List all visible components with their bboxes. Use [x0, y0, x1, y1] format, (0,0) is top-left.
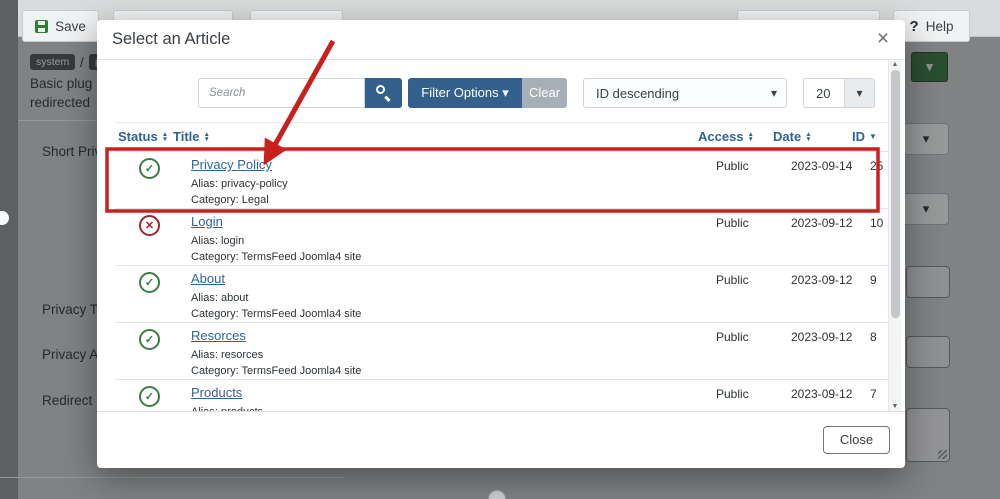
article-alias: Alias: privacy-policy	[191, 178, 288, 190]
article-id: 8	[870, 330, 877, 344]
list-limit-value: 20	[816, 86, 831, 101]
question-mark-icon: ?	[909, 17, 919, 35]
close-button[interactable]: Close	[823, 426, 890, 454]
article-title-link[interactable]: Products	[191, 385, 242, 400]
article-row-privacy-policy: ✓ Privacy Policy Alias: privacy-policy C…	[115, 152, 888, 209]
article-access: Public	[716, 216, 749, 230]
save-button-label: Save	[55, 18, 86, 34]
column-header-id[interactable]: ID ▼	[852, 129, 877, 144]
published-status-icon[interactable]: ✓	[139, 386, 160, 407]
sort-both-icon: ▲ ▼	[203, 130, 210, 143]
help-button-label: Help	[925, 18, 954, 34]
article-id: 7	[870, 387, 877, 401]
column-header-title[interactable]: Title ▲ ▼	[173, 129, 210, 144]
article-row-about: ✓ About Alias: about Category: TermsFeed…	[115, 266, 888, 323]
article-date: 2023-09-12	[791, 273, 853, 287]
scroll-up-icon[interactable]: ▲	[889, 61, 901, 68]
sort-order-select[interactable]: ID descending ▾	[583, 78, 787, 108]
article-category: Category: TermsFeed Joomla4 site	[191, 308, 362, 320]
filter-options-button[interactable]: Filter Options ▾	[408, 78, 522, 108]
article-id: 25	[870, 159, 884, 173]
article-row-products: ✓ Products Alias: products Public 2023-0…	[115, 380, 888, 411]
article-date: 2023-09-12	[791, 387, 853, 401]
article-access: Public	[716, 159, 749, 173]
article-category: Category: TermsFeed Joomla4 site	[191, 365, 362, 377]
chevron-down-icon: ▾	[502, 85, 509, 100]
modal-body: Filter Options ▾ Clear ID descending ▾ 2…	[97, 60, 905, 411]
article-title-link[interactable]: Privacy Policy	[191, 157, 272, 172]
filter-options-label: Filter Options	[421, 85, 499, 100]
sort-both-icon: ▲ ▼	[747, 130, 754, 143]
modal-header: Select an Article ×	[97, 20, 905, 60]
modal-title: Select an Article	[112, 30, 231, 48]
article-list: ✓ Privacy Policy Alias: privacy-policy C…	[115, 152, 888, 411]
scrollbar-thumb[interactable]	[891, 70, 900, 318]
search-button[interactable]	[365, 78, 402, 108]
article-access: Public	[716, 387, 749, 401]
article-category: Category: Legal	[191, 194, 269, 206]
published-status-icon[interactable]: ✓	[139, 329, 160, 350]
sort-order-value: ID descending	[596, 86, 680, 101]
chevron-down-icon: ▾	[770, 86, 777, 100]
page-root: system / p Basic plug redirected Short P…	[0, 0, 1000, 499]
article-date: 2023-09-14	[791, 159, 853, 173]
chevron-down-icon: ▾	[844, 79, 874, 107]
column-header-status[interactable]: Status ▲ ▼	[118, 129, 168, 144]
article-row-resorces: ✓ Resorces Alias: resorces Category: Ter…	[115, 323, 888, 380]
unpublished-status-icon[interactable]: ✕	[139, 215, 160, 236]
article-alias: Alias: about	[191, 292, 249, 304]
column-header-access[interactable]: Access ▲ ▼	[698, 129, 754, 144]
article-date: 2023-09-12	[791, 216, 853, 230]
search-input[interactable]	[198, 78, 365, 108]
article-row-login: ✕ Login Alias: login Category: TermsFeed…	[115, 209, 888, 266]
table-header-row: Status ▲ ▼ Title ▲ ▼ Access ▲ ▼ Date ▲ ▼ ID	[115, 122, 888, 152]
search-icon	[376, 85, 385, 94]
list-limit-select[interactable]: 20 ▾	[803, 78, 875, 108]
column-header-date[interactable]: Date ▲ ▼	[773, 129, 812, 144]
modal-scrollbar[interactable]: ▲ ▼	[888, 60, 901, 411]
article-alias: Alias: resorces	[191, 349, 264, 361]
article-category: Category: TermsFeed Joomla4 site	[191, 251, 362, 263]
article-title-link[interactable]: About	[191, 271, 225, 286]
published-status-icon[interactable]: ✓	[139, 158, 160, 179]
clear-button[interactable]: Clear	[522, 78, 567, 108]
article-date: 2023-09-12	[791, 330, 853, 344]
close-icon[interactable]: ×	[869, 25, 897, 53]
scroll-down-icon[interactable]: ▼	[889, 403, 901, 410]
article-access: Public	[716, 273, 749, 287]
published-status-icon[interactable]: ✓	[139, 272, 160, 293]
modal-footer: Close	[97, 411, 905, 468]
article-access: Public	[716, 330, 749, 344]
article-id: 10	[870, 216, 884, 230]
save-icon	[35, 19, 49, 33]
save-button[interactable]: Save	[22, 10, 99, 42]
select-article-modal: Select an Article × Filter Options ▾ Cle…	[97, 20, 905, 468]
sort-both-icon: ▲ ▼	[805, 130, 812, 143]
article-alias: Alias: login	[191, 235, 245, 247]
sort-both-icon: ▲ ▼	[161, 130, 169, 143]
article-id: 9	[870, 273, 877, 287]
sort-descending-icon: ▼	[869, 132, 877, 141]
article-title-link[interactable]: Resorces	[191, 328, 246, 343]
article-title-link[interactable]: Login	[191, 214, 223, 229]
